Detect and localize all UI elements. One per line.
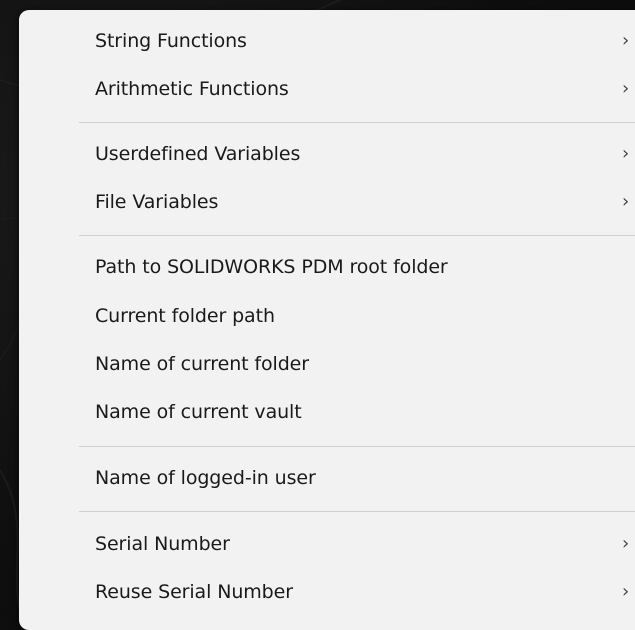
submenu-chevron-icon: › — [622, 191, 630, 212]
menu-item-reuse-serial-number[interactable]: Reuse Serial Number › — [19, 568, 635, 616]
menu-item-file-variables[interactable]: File Variables › — [19, 178, 635, 226]
menu-item-current-vault-name[interactable]: Name of current vault — [19, 388, 635, 436]
menu-separator — [79, 235, 635, 236]
menu-item-current-folder-path[interactable]: Current folder path — [19, 292, 635, 340]
menu-item-label: File Variables — [95, 191, 219, 213]
menu-item-label: Userdefined Variables — [95, 143, 301, 165]
submenu-chevron-icon: › — [622, 533, 630, 554]
menu-item-label: Current folder path — [95, 305, 275, 327]
menu-separator — [79, 511, 635, 512]
menu-item-current-folder-name[interactable]: Name of current folder — [19, 340, 635, 388]
menu-item-label: Serial Number — [95, 533, 230, 555]
menu-item-label: Name of current vault — [95, 401, 302, 423]
menu-item-serial-number[interactable]: Serial Number › — [19, 520, 635, 568]
menu-item-arithmetic-functions[interactable]: Arithmetic Functions › — [19, 65, 635, 113]
menu-item-label: Reuse Serial Number — [95, 581, 293, 603]
menu-item-label: String Functions — [95, 30, 247, 52]
menu-item-pdm-root-path[interactable]: Path to SOLIDWORKS PDM root folder — [19, 243, 635, 291]
submenu-chevron-icon: › — [622, 581, 630, 602]
menu-item-label: Path to SOLIDWORKS PDM root folder — [95, 256, 448, 278]
submenu-chevron-icon: › — [622, 78, 630, 99]
menu-separator — [79, 446, 635, 447]
submenu-chevron-icon: › — [622, 30, 630, 51]
menu-item-logged-in-user[interactable]: Name of logged-in user — [19, 454, 635, 502]
submenu-chevron-icon: › — [622, 143, 630, 164]
menu-separator — [79, 122, 635, 123]
menu-item-label: Name of current folder — [95, 353, 309, 375]
menu-item-string-functions[interactable]: String Functions › — [19, 17, 635, 65]
menu-item-userdefined-variables[interactable]: Userdefined Variables › — [19, 130, 635, 178]
context-menu: String Functions › Arithmetic Functions … — [19, 10, 635, 630]
menu-item-label: Name of logged-in user — [95, 467, 316, 489]
menu-item-label: Arithmetic Functions — [95, 78, 289, 100]
